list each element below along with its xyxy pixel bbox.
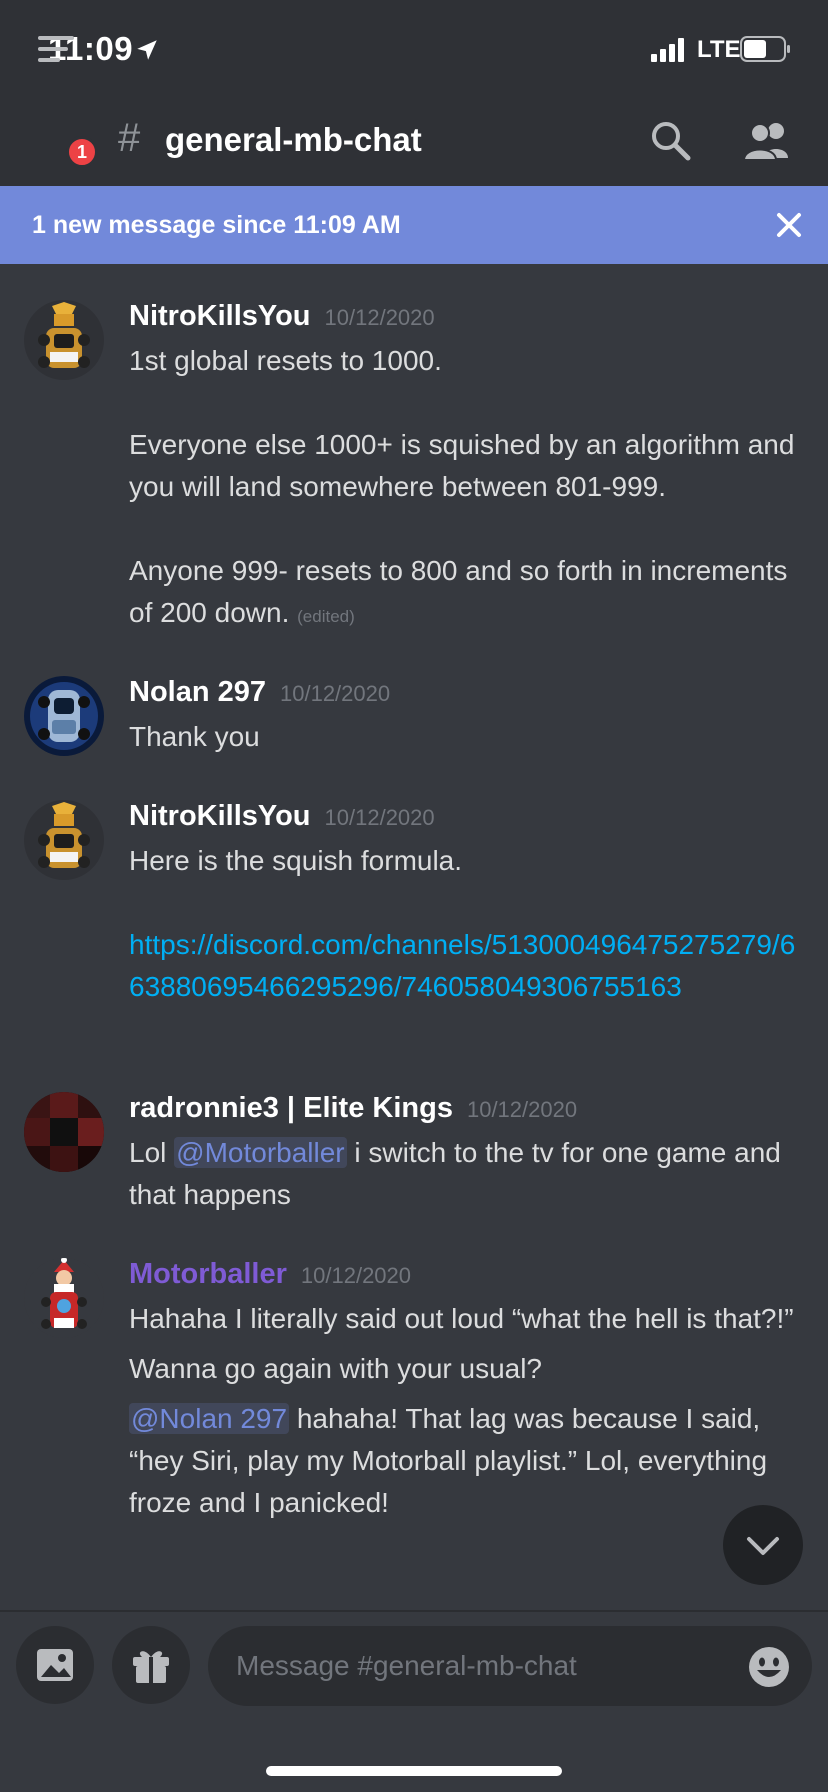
username[interactable]: NitroKillsYou <box>129 800 311 832</box>
timestamp: 10/12/2020 <box>324 805 435 830</box>
message-line: Everyone else 1000+ is squished by an al… <box>129 429 795 502</box>
avatar[interactable] <box>24 1258 104 1338</box>
home-indicator <box>266 1766 562 1776</box>
avatar[interactable] <box>24 676 104 756</box>
username[interactable]: NitroKillsYou <box>129 300 311 332</box>
user-mention[interactable]: @Motorballer <box>174 1137 347 1168</box>
message-line: Thank you <box>129 721 260 752</box>
message-segment: Lol <box>129 1137 175 1168</box>
username[interactable]: Nolan 297 <box>129 676 266 708</box>
timestamp: 10/12/2020 <box>324 305 435 330</box>
car-avatar-icon <box>24 676 104 756</box>
channel-title[interactable]: general-mb-chat <box>165 121 422 159</box>
message-text: Here is the squish formula. https://disc… <box>129 840 809 1008</box>
members-icon[interactable] <box>740 118 796 164</box>
close-icon[interactable] <box>770 206 808 244</box>
message-header: Motorballer 10/12/2020 <box>129 1258 411 1291</box>
top-bar: 11:09 LTE 1 # general-mb-chat <box>0 0 828 186</box>
signal-icon <box>651 38 684 62</box>
pixel-avatar-icon <box>24 1092 104 1172</box>
status-bar: 11:09 LTE <box>0 0 828 100</box>
message-text: Thank you <box>129 716 809 758</box>
avatar[interactable] <box>24 300 104 380</box>
timestamp: 10/12/2020 <box>466 1097 578 1122</box>
message-header: NitroKillsYou 10/12/2020 <box>129 300 435 333</box>
search-icon[interactable] <box>648 118 694 164</box>
message-line: Wanna go again with your usual? <box>129 1353 542 1384</box>
image-icon <box>37 1649 73 1681</box>
message-line: Anyone 999- resets to 800 and so forth i… <box>129 555 788 628</box>
username[interactable]: radronnie3 | Elite Kings <box>129 1092 453 1124</box>
banner-text: 1 new message since 11:09 AM <box>32 211 401 239</box>
car-trophy-avatar-icon <box>24 300 104 380</box>
message-header: radronnie3 | Elite Kings 10/12/2020 <box>129 1092 577 1125</box>
message-line: Hahaha I literally said out loud “what t… <box>129 1303 794 1334</box>
message-text: 1st global resets to 1000. Everyone else… <box>129 340 809 638</box>
username[interactable]: Motorballer <box>129 1258 287 1290</box>
chevron-down-icon <box>747 1537 779 1555</box>
message-header: NitroKillsYou 10/12/2020 <box>129 800 435 833</box>
battery-icon <box>740 36 790 62</box>
avatar[interactable] <box>24 800 104 880</box>
hash-icon: # <box>118 116 141 160</box>
gift-icon <box>133 1651 169 1683</box>
avatar[interactable] <box>24 1092 104 1172</box>
upload-image-button[interactable] <box>16 1626 94 1704</box>
new-message-banner[interactable]: 1 new message since 11:09 AM <box>0 186 828 264</box>
edited-label: (edited) <box>297 607 355 626</box>
network-label: LTE <box>697 36 741 63</box>
message-line: 1st global resets to 1000. <box>129 345 442 376</box>
santa-kart-avatar-icon <box>24 1258 104 1338</box>
user-mention[interactable]: @Nolan 297 <box>129 1403 290 1434</box>
emoji-icon[interactable] <box>748 1646 790 1688</box>
unread-badge: 1 <box>66 136 98 168</box>
location-arrow-icon <box>137 40 157 60</box>
message-line: Here is the squish formula. <box>129 845 463 876</box>
message-list[interactable]: NitroKillsYou 10/12/2020 1st global reset… <box>0 264 828 1610</box>
timestamp: 10/12/2020 <box>280 681 391 706</box>
car-trophy-avatar-icon <box>24 800 104 880</box>
message-header: Nolan 297 10/12/2020 <box>129 676 390 709</box>
message-line-wrap: Anyone 999- resets to 800 and so forth i… <box>129 550 809 638</box>
message-link[interactable]: https://discord.com/channels/51300049647… <box>129 924 809 1008</box>
message-input[interactable] <box>208 1626 812 1706</box>
timestamp: 10/12/2020 <box>300 1263 412 1288</box>
message-text: Lol @Motorballer i switch to the tv for … <box>129 1132 809 1216</box>
hamburger-menu-icon[interactable] <box>30 22 100 76</box>
gift-button[interactable] <box>112 1626 190 1704</box>
message-text: Hahaha I literally said out loud “what t… <box>129 1298 809 1524</box>
jump-to-latest-button[interactable] <box>723 1505 803 1585</box>
message-line-wrap: @Nolan 297 hahaha! That lag was because … <box>129 1398 809 1524</box>
